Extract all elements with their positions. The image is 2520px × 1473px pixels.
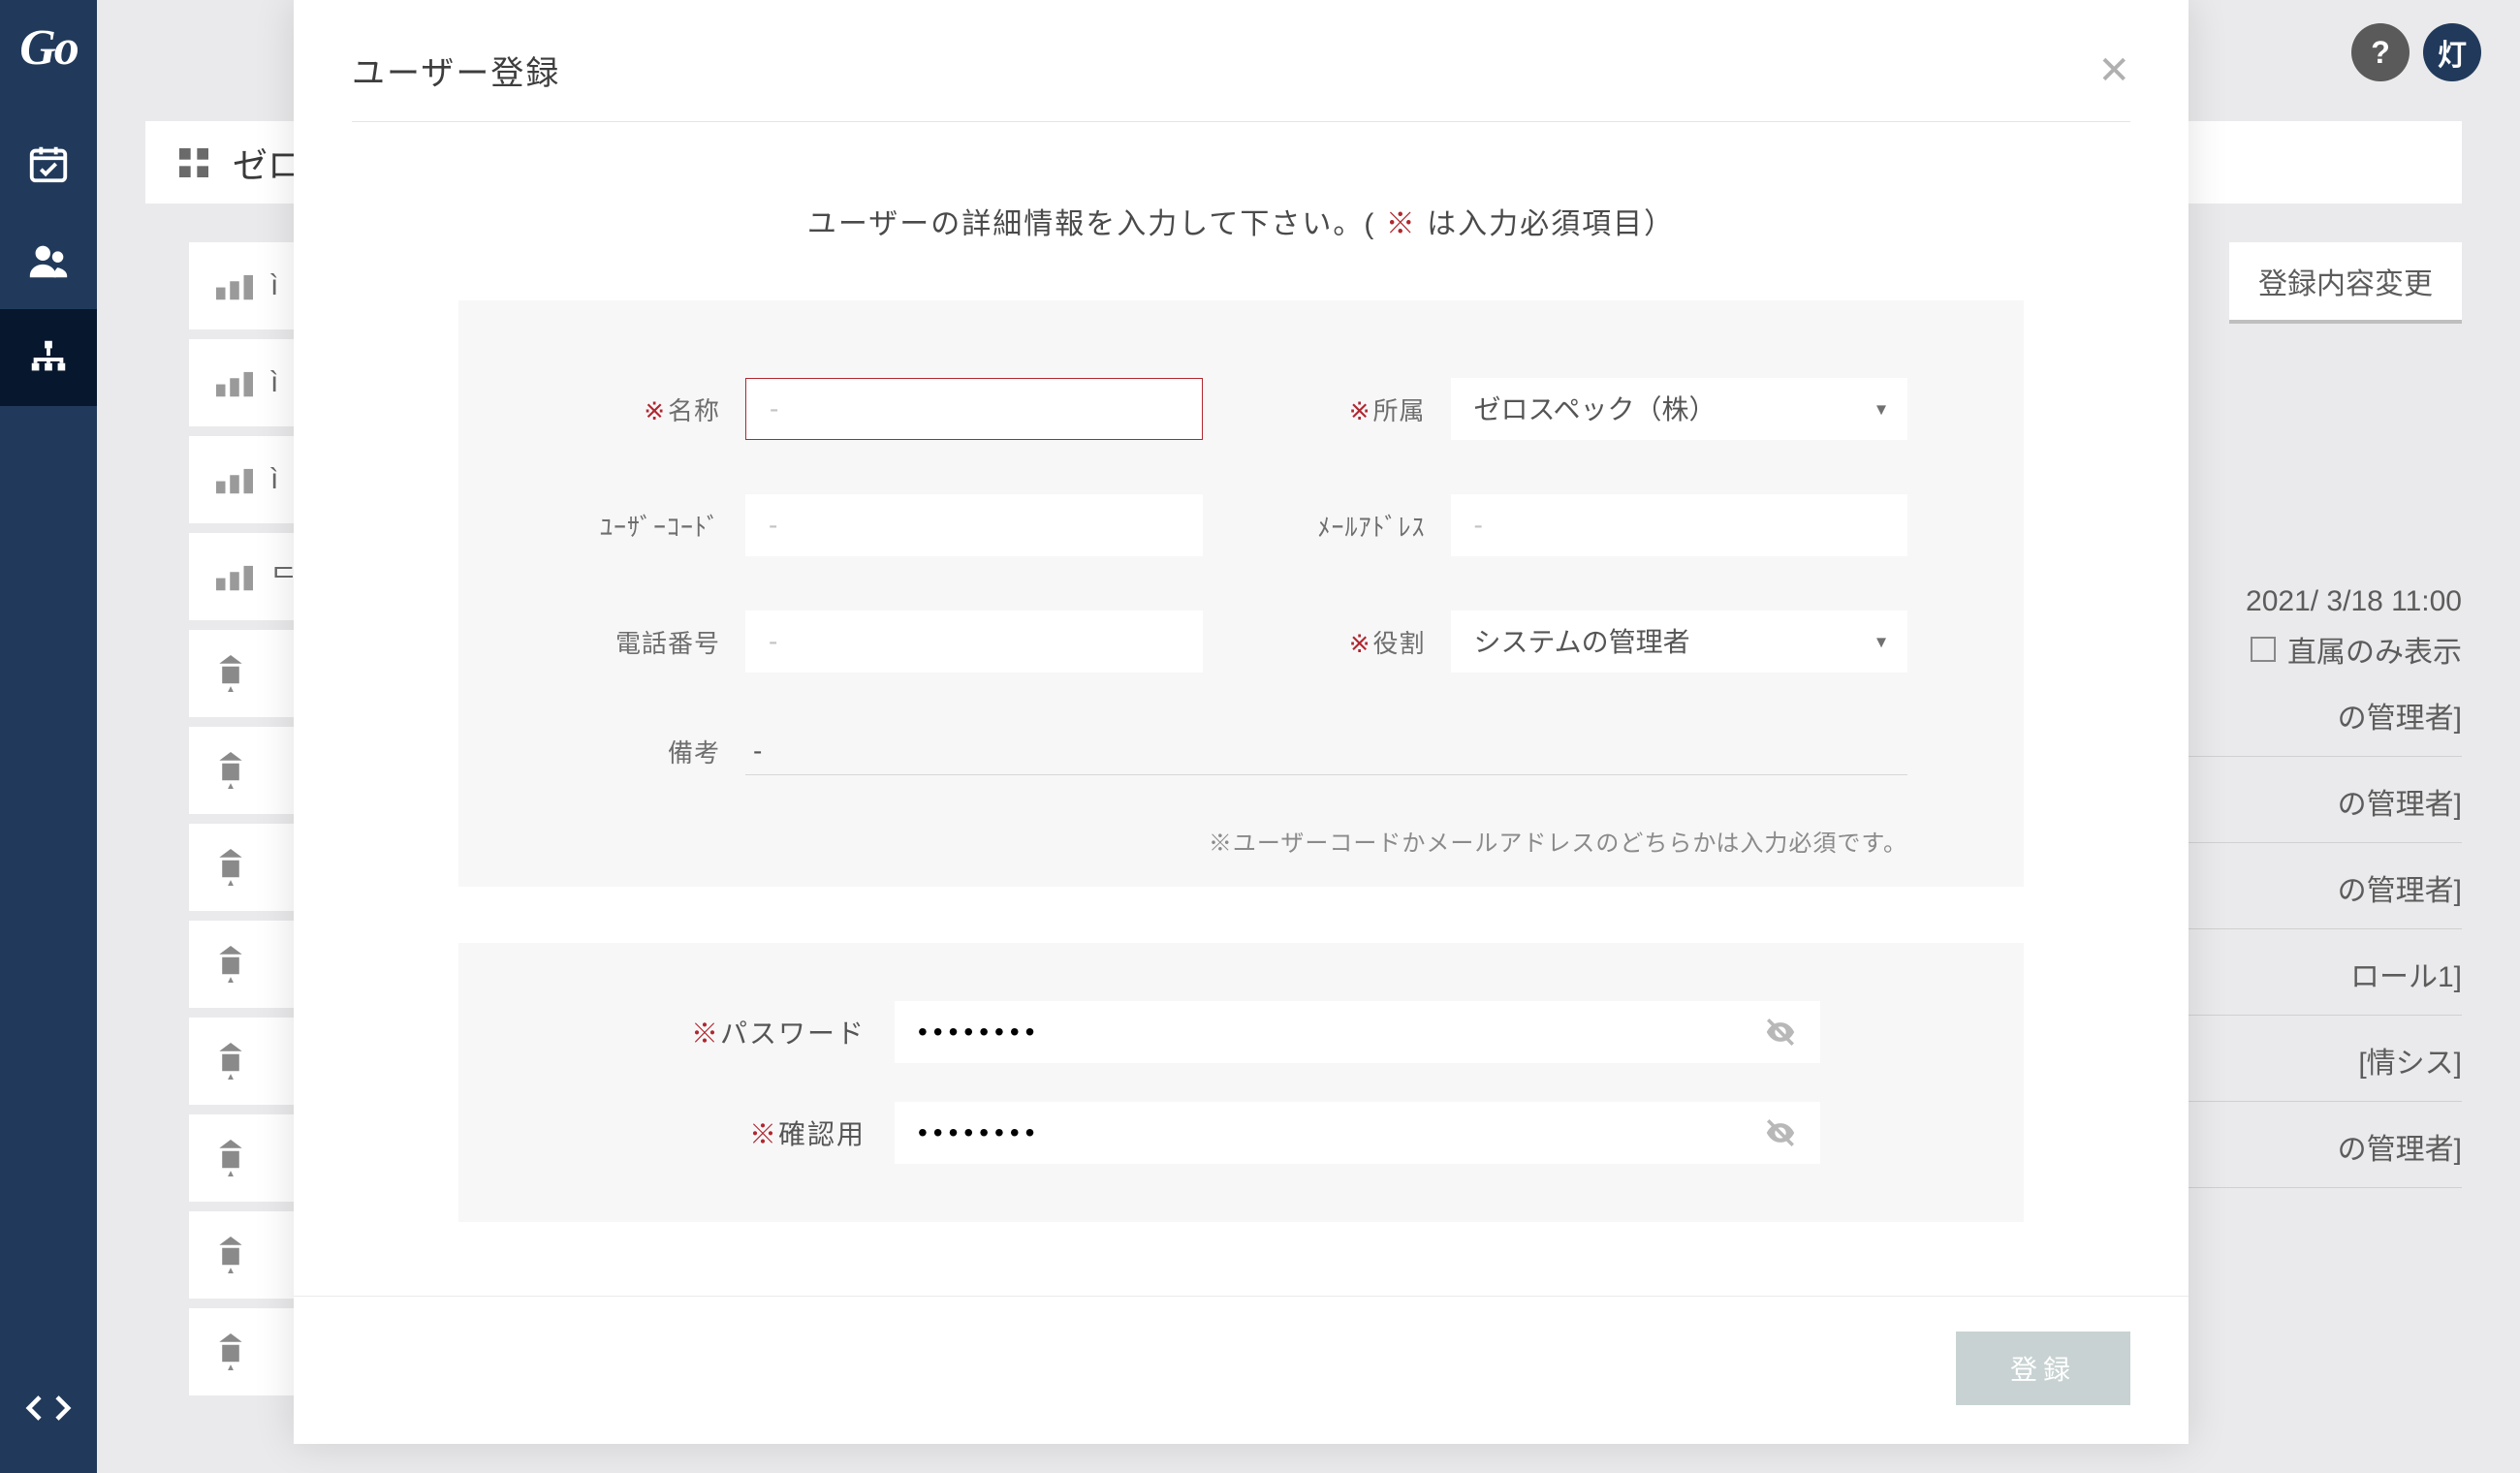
header-actions: ? 灯: [2351, 23, 2481, 81]
tab-edit-registration[interactable]: 登録内容変更: [2229, 242, 2462, 324]
phone-input[interactable]: [745, 611, 1203, 673]
notes-input[interactable]: [745, 727, 1907, 775]
checkbox-icon: [2251, 637, 2276, 662]
user-register-modal: ユーザー登録 ✕ ユーザーの詳細情報を入力して下さい。( ※ は入力必須項目） …: [294, 0, 2189, 1444]
submit-button[interactable]: 登録: [1956, 1332, 2130, 1405]
app-logo: Go: [19, 19, 78, 77]
field-notes: 備考: [575, 727, 1907, 775]
modal-footer: 登録: [294, 1296, 2189, 1405]
field-role: ※役割 システムの管理者: [1280, 611, 1908, 673]
eye-off-icon[interactable]: [1764, 1016, 1797, 1049]
eye-off-icon[interactable]: [1764, 1116, 1797, 1149]
field-email: ﾒｰﾙｱﾄﾞﾚｽ: [1280, 494, 1908, 556]
field-user-code: ﾕｰｻﾞｰｺｰﾄﾞ: [575, 494, 1203, 556]
timestamp: 2021/ 3/18 11:00: [2246, 585, 2462, 618]
nav-org-active[interactable]: [0, 309, 97, 406]
field-phone: 電話番号: [575, 611, 1203, 673]
modal-instruction: ユーザーの詳細情報を入力して下さい。( ※ は入力必須項目）: [352, 200, 2130, 242]
nav-calendar[interactable]: [0, 115, 97, 212]
modal-title: ユーザー登録: [352, 47, 560, 94]
modal-header: ユーザー登録 ✕: [352, 47, 2130, 122]
field-affiliation: ※所属 ゼロスペック（株）: [1280, 378, 1908, 440]
close-icon[interactable]: ✕: [2097, 51, 2130, 90]
field-password: ※パスワード: [662, 1001, 1820, 1063]
page-title-text: ゼロ: [233, 138, 302, 188]
affiliation-select[interactable]: ゼロスペック（株）: [1451, 378, 1908, 440]
rail-collapse-icon[interactable]: [22, 1382, 75, 1434]
direct-only-checkbox[interactable]: 直属のみ表示: [2251, 628, 2462, 671]
password-input[interactable]: [918, 1017, 1764, 1048]
role-select[interactable]: システムの管理者: [1451, 611, 1908, 673]
password-section: ※パスワード ※確認用: [458, 943, 2024, 1222]
name-input[interactable]: [745, 378, 1203, 440]
password-confirm-input[interactable]: [918, 1117, 1764, 1148]
form-helper-text: ※ユーザーコードかメールアドレスのどちらかは入力必須です。: [575, 824, 1907, 858]
left-nav-rail: Go: [0, 0, 97, 1473]
field-password-confirm: ※確認用: [662, 1102, 1820, 1164]
brand-badge[interactable]: 灯: [2423, 23, 2481, 81]
field-name: ※名称: [575, 378, 1203, 440]
grid-icon: [174, 143, 213, 182]
user-code-input[interactable]: [745, 494, 1203, 556]
email-input[interactable]: [1451, 494, 1908, 556]
help-button[interactable]: ?: [2351, 23, 2410, 81]
nav-users[interactable]: [0, 212, 97, 309]
user-detail-form: ※名称 ※所属 ゼロスペック（株） ﾕｰｻﾞｰｺｰﾄﾞ ﾒｰﾙｱﾄﾞﾚｽ: [458, 300, 2024, 887]
